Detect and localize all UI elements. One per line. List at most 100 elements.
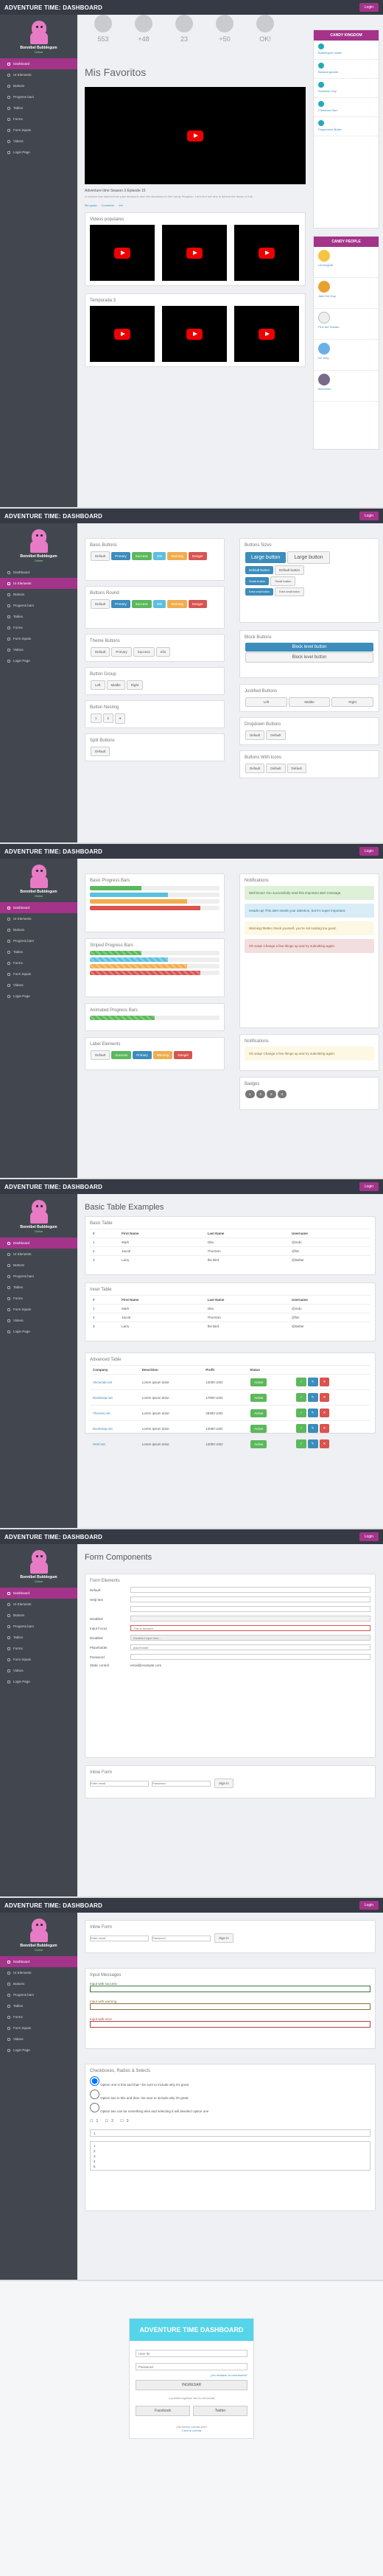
screen-buttons: ADVENTURE TIME: DASHBOARD Login Bonnibel …	[0, 509, 383, 844]
labels-panel: Label Elements Default Success Primary Warn…	[85, 1037, 225, 1070]
heart-icon	[94, 15, 112, 32]
edit-icon[interactable]: ✎	[307, 1378, 318, 1386]
list-item[interactable]: Marceline	[314, 371, 379, 402]
table-row: Bootstrap.net Lorem ipsum dolor 17800 USD A…	[90, 1389, 370, 1406]
screen-dashboard: ADVENTURE TIME: DASHBOARD Login Bonnibel …	[0, 0, 383, 509]
inline-form-panel: Inline Form Sign in	[85, 1920, 376, 1953]
info-button[interactable]: Info	[152, 552, 166, 560]
popular-videos-panel: Videos populares	[85, 212, 306, 286]
list-item[interactable]: Lemongrab	[314, 247, 379, 278]
nav-item-dashboard[interactable]: Dashboard	[0, 58, 77, 69]
password-input[interactable]	[130, 1654, 370, 1660]
table-row: 3 Larry the Bird @twitter	[90, 1255, 370, 1264]
login-button[interactable]: Login	[359, 847, 379, 856]
login-button[interactable]: Login	[359, 512, 379, 520]
nav-item-ui[interactable]: UI Elements	[0, 69, 77, 80]
notifications-panel: Notifications Well Done! You successfull…	[239, 873, 379, 1028]
nav-item-form-inputs[interactable]: Form Inputs	[0, 125, 77, 136]
nav-item-login[interactable]: Login Page	[0, 147, 77, 158]
login-button[interactable]: Login	[359, 1532, 379, 1541]
nav-item-progress[interactable]: Progress bars	[0, 91, 77, 102]
video-thumb[interactable]	[90, 225, 155, 281]
nav-item-videos[interactable]: Videos	[0, 136, 77, 147]
warning-input[interactable]	[90, 2003, 370, 2010]
table-row: Themes.net Lorem ipsum dolor 28400 USD Acti…	[90, 1405, 370, 1421]
dropdown-button[interactable]: ▾	[115, 713, 126, 724]
list-item[interactable]: Bubblegum castle	[314, 41, 379, 60]
focus-input[interactable]	[130, 1625, 370, 1631]
login-title: ADVENTURE TIME DASHBOARD	[130, 2319, 253, 2341]
list-item[interactable]: Finn the Human	[314, 309, 379, 340]
like-link[interactable]: Me gusta	[85, 203, 96, 207]
error-input[interactable]	[90, 2021, 370, 2028]
login-button[interactable]: Login	[359, 3, 379, 12]
video-thumb[interactable]	[162, 225, 227, 281]
login-box: ADVENTURE TIME DASHBOARD ¿Ha olvidado la…	[129, 2318, 254, 2439]
play-icon	[187, 130, 203, 142]
list-item[interactable]: Ice King	[314, 340, 379, 371]
block-buttons-panel: Block Buttons Block level button Block l…	[239, 630, 379, 678]
disabled-input	[130, 1635, 370, 1641]
app-title: ADVENTURE TIME: DASHBOARD	[4, 4, 102, 11]
table-row: 2 Jacob Thornton @fat	[90, 1313, 370, 1322]
delete-icon[interactable]: ✕	[319, 1378, 330, 1386]
table-row: 1 Mark Otto @mdo	[90, 1238, 370, 1247]
default-button[interactable]: Default	[91, 551, 110, 561]
alert-success: Well Done! You successfully read this im…	[245, 886, 374, 900]
password-input[interactable]	[136, 2363, 247, 2370]
warning-button[interactable]: Warning	[167, 552, 187, 560]
round-buttons-panel: Buttons Round Default Primary Success Info W…	[85, 586, 225, 629]
basic-progress-panel: Basic Progress Bars	[85, 873, 225, 932]
list-item[interactable]: Banana guards	[314, 60, 379, 79]
select-input[interactable]: 1	[90, 2129, 370, 2137]
striped-progress-panel: Striped Progress Bars	[85, 938, 225, 997]
forgot-link[interactable]: ¿Ha olvidado la contraseña?	[136, 2373, 247, 2377]
danger-button[interactable]: Danger	[188, 552, 207, 560]
list-item[interactable]: Peppermint Butler	[314, 117, 379, 136]
placeholder-input[interactable]	[130, 1644, 370, 1650]
notifications-panel-2: Notifications Oh snap! Change a few thin…	[239, 1034, 379, 1071]
main-video[interactable]	[85, 87, 306, 184]
success-button[interactable]: Success	[131, 552, 152, 560]
justified-panel: Justified Buttons Left Middle Right	[239, 684, 379, 712]
nav-item-buttons[interactable]: Buttons	[0, 80, 77, 91]
table-row: Vectorlab.net Lorem ipsum dolor 12000 USD A…	[90, 1374, 370, 1390]
button-group-panel: Button Group Left Middle Right	[85, 667, 225, 695]
stat-cloud: +48	[122, 15, 166, 43]
user-id-input[interactable]	[136, 2350, 247, 2357]
multi-select[interactable]: 12345	[90, 2141, 370, 2171]
create-account-link[interactable]: Crea tu cuenta	[136, 2429, 247, 2432]
table-row: 2 Jacob Thornton @fat	[90, 1246, 370, 1256]
video-thumb[interactable]	[234, 306, 299, 362]
video-thumb[interactable]	[234, 225, 299, 281]
facebook-button[interactable]: Facebook	[136, 2406, 190, 2416]
video-thumb[interactable]	[90, 306, 155, 362]
list-item[interactable]: Jake the Dog	[314, 278, 379, 309]
twitter-button[interactable]: Twitter	[193, 2406, 247, 2416]
video-thumb[interactable]	[162, 306, 227, 362]
primary-button[interactable]: Primary	[111, 552, 130, 560]
default-input[interactable]	[130, 1587, 370, 1593]
check-icon[interactable]: ✓	[295, 1378, 306, 1386]
success-input[interactable]	[90, 1986, 370, 1992]
nav-item-forms[interactable]: Forms	[0, 114, 77, 125]
badges-panel: Badges 1234	[239, 1077, 379, 1110]
static-control: email@example.com	[130, 1664, 162, 1667]
list-item[interactable]: Cinnamon Bun	[314, 98, 379, 117]
table-row: Bootstrap.net Lorem ipsum dolor 12000 USD A…	[90, 1420, 370, 1437]
comment-link[interactable]: Comentar	[101, 203, 114, 207]
form-elements-panel: Form Elements Default Help text Disabled…	[85, 1574, 376, 1758]
list-item[interactable]: Rootbeer Guy	[314, 79, 379, 98]
view-link[interactable]: Ver	[119, 203, 123, 207]
advanced-table-panel: Advanced Table Company Descrition Profit St…	[85, 1352, 376, 1451]
enter-button[interactable]: INGRESAR	[136, 2380, 247, 2390]
alert-danger: Oh snap! Change a few things up and try …	[245, 939, 374, 953]
table-row: 3 Larry the Bird @twitter	[90, 1322, 370, 1330]
inline-form-panel: Inline Form Sign in	[85, 1765, 376, 1798]
help-text-input[interactable]	[130, 1596, 370, 1602]
split-buttons-panel: Split Buttons Default	[85, 733, 225, 761]
nav-item-tables[interactable]: Tables	[0, 102, 77, 114]
login-button[interactable]: Login	[359, 1901, 379, 1910]
sidebar: Bonnibel Bubblegum Online Dashboard UI E…	[0, 15, 77, 507]
login-button[interactable]: Login	[359, 1182, 379, 1191]
